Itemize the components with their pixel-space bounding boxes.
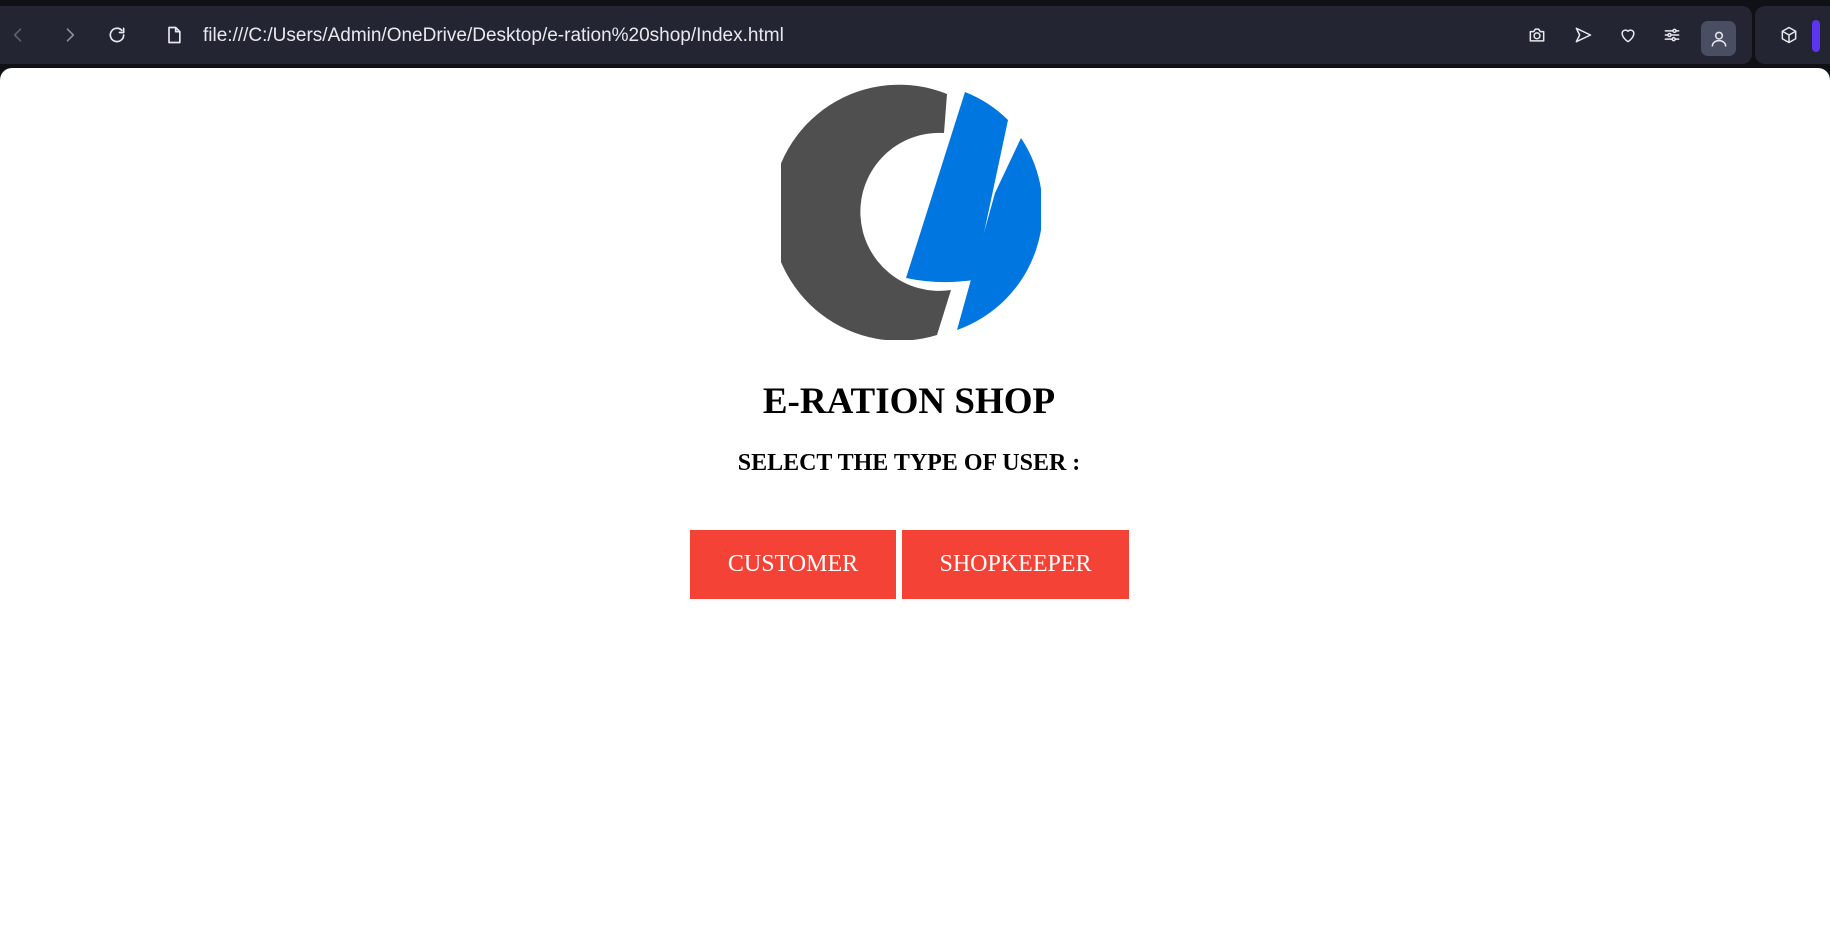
page-title: E-RATION SHOP [762, 381, 1056, 422]
browser-toolbar: file:///C:/Users/Admin/OneDrive/Desktop/… [0, 6, 1752, 64]
back-button[interactable] [4, 21, 32, 49]
page-info-button[interactable] [160, 21, 188, 49]
back-icon [13, 28, 22, 42]
file-icon [168, 26, 181, 44]
camera-icon [1529, 28, 1545, 42]
shopkeeper-button[interactable]: SHOPKEEPER [902, 530, 1129, 599]
sliders-icon [1664, 28, 1680, 42]
sidebar-panel [1755, 6, 1830, 64]
extensions-button[interactable] [1775, 21, 1803, 49]
profile-icon [1711, 31, 1726, 47]
cube-icon [1781, 26, 1797, 44]
send-button[interactable] [1569, 21, 1597, 49]
web-page: E-RATION SHOP SELECT THE TYPE OF USER : … [0, 68, 1830, 933]
forward-button[interactable] [56, 21, 84, 49]
forward-icon [66, 28, 75, 42]
send-icon [1575, 27, 1592, 43]
screenshot-button[interactable] [1523, 21, 1551, 49]
user-type-label: SELECT THE TYPE OF USER : [737, 450, 1081, 476]
reload-button[interactable] [103, 21, 131, 49]
shop-logo [781, 84, 1041, 340]
reload-icon [109, 27, 125, 43]
customer-button[interactable]: CUSTOMER [690, 530, 896, 599]
address-bar[interactable]: file:///C:/Users/Admin/OneDrive/Desktop/… [203, 25, 784, 47]
heart-icon [1621, 29, 1635, 43]
favorites-button[interactable] [1614, 21, 1642, 49]
sidebar-accent [1812, 20, 1820, 52]
easy-setup-button[interactable] [1658, 21, 1686, 49]
profile-button[interactable] [1701, 21, 1736, 56]
